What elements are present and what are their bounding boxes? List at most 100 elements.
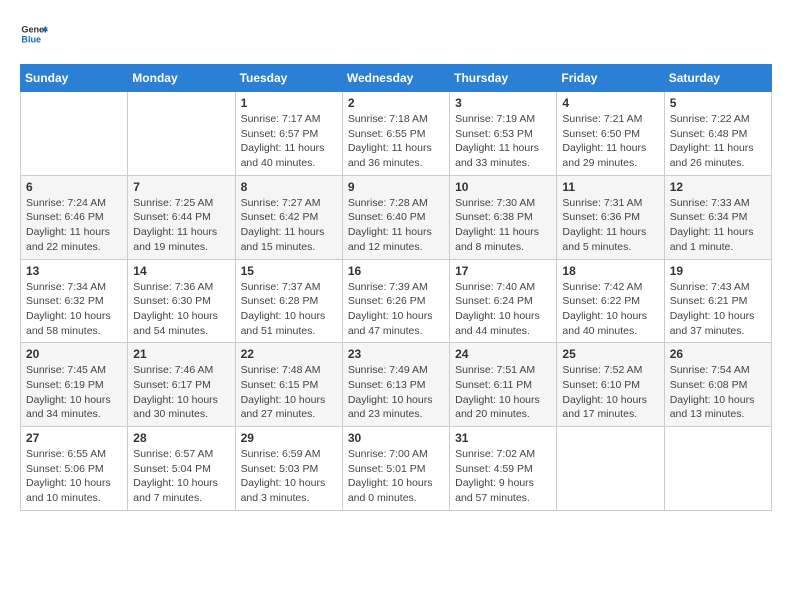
calendar-cell: 10 Sunrise: 7:30 AM Sunset: 6:38 PM Dayli… [450, 175, 557, 259]
day-detail: Sunrise: 7:22 AM Sunset: 6:48 PM Dayligh… [670, 112, 766, 171]
logo-icon: General Blue [20, 20, 48, 48]
calendar-cell: 17 Sunrise: 7:40 AM Sunset: 6:24 PM Dayli… [450, 259, 557, 343]
calendar-cell: 7Sunrise: 7:25 AM Sunset: 6:44 PM Daylig… [128, 175, 235, 259]
day-detail: Sunrise: 6:59 AM Sunset: 5:03 PM Dayligh… [241, 447, 337, 506]
day-number: 15 [241, 264, 337, 278]
day-detail: Sunrise: 7:45 AM Sunset: 6:19 PM Dayligh… [26, 363, 122, 422]
day-number: 20 [26, 347, 122, 361]
calendar-week-row: 1 Sunrise: 7:17 AM Sunset: 6:57 PM Daylig… [21, 92, 772, 176]
day-detail: Sunrise: 7:51 AM Sunset: 6:11 PM Dayligh… [455, 363, 551, 422]
calendar-header-row: SundayMondayTuesdayWednesdayThursdayFrid… [21, 65, 772, 92]
day-detail: Sunrise: 7:48 AM Sunset: 6:15 PM Dayligh… [241, 363, 337, 422]
day-number: 27 [26, 431, 122, 445]
day-number: 11 [562, 180, 658, 194]
day-number: 21 [133, 347, 229, 361]
calendar-cell: 12 Sunrise: 7:33 AM Sunset: 6:34 PM Dayli… [664, 175, 771, 259]
day-number: 7 [133, 180, 229, 194]
day-number: 3 [455, 96, 551, 110]
day-detail: Sunrise: 7:54 AM Sunset: 6:08 PM Dayligh… [670, 363, 766, 422]
day-number: 18 [562, 264, 658, 278]
day-detail: Sunrise: 7:27 AM Sunset: 6:42 PM Dayligh… [241, 196, 337, 255]
day-number: 6 [26, 180, 122, 194]
day-number: 28 [133, 431, 229, 445]
logo: General Blue [20, 20, 48, 48]
calendar-cell [21, 92, 128, 176]
calendar-cell: 3 Sunrise: 7:19 AM Sunset: 6:53 PM Daylig… [450, 92, 557, 176]
day-detail: Sunrise: 7:31 AM Sunset: 6:36 PM Dayligh… [562, 196, 658, 255]
day-detail: Sunrise: 7:34 AM Sunset: 6:32 PM Dayligh… [26, 280, 122, 339]
calendar-cell: 4 Sunrise: 7:21 AM Sunset: 6:50 PM Daylig… [557, 92, 664, 176]
day-number: 19 [670, 264, 766, 278]
day-detail: Sunrise: 7:30 AM Sunset: 6:38 PM Dayligh… [455, 196, 551, 255]
day-detail: Sunrise: 7:49 AM Sunset: 6:13 PM Dayligh… [348, 363, 444, 422]
day-number: 13 [26, 264, 122, 278]
calendar-cell [128, 92, 235, 176]
calendar-cell [557, 427, 664, 511]
calendar-cell [664, 427, 771, 511]
calendar-cell: 2Sunrise: 7:18 AM Sunset: 6:55 PM Daylig… [342, 92, 449, 176]
day-number: 1 [241, 96, 337, 110]
day-number: 5 [670, 96, 766, 110]
day-number: 23 [348, 347, 444, 361]
calendar-cell: 18 Sunrise: 7:42 AM Sunset: 6:22 PM Dayli… [557, 259, 664, 343]
calendar-cell: 26 Sunrise: 7:54 AM Sunset: 6:08 PM Dayli… [664, 343, 771, 427]
calendar-cell: 22 Sunrise: 7:48 AM Sunset: 6:15 PM Dayli… [235, 343, 342, 427]
day-detail: Sunrise: 7:40 AM Sunset: 6:24 PM Dayligh… [455, 280, 551, 339]
calendar-cell: 25 Sunrise: 7:52 AM Sunset: 6:10 PM Dayli… [557, 343, 664, 427]
calendar-week-row: 6 Sunrise: 7:24 AM Sunset: 6:46 PM Daylig… [21, 175, 772, 259]
day-number: 12 [670, 180, 766, 194]
day-detail: Sunrise: 7:33 AM Sunset: 6:34 PM Dayligh… [670, 196, 766, 255]
calendar-week-row: 27 Sunrise: 6:55 AM Sunset: 5:06 PM Dayli… [21, 427, 772, 511]
day-detail: Sunrise: 7:36 AM Sunset: 6:30 PM Dayligh… [133, 280, 229, 339]
day-number: 16 [348, 264, 444, 278]
day-number: 2 [348, 96, 444, 110]
day-number: 9 [348, 180, 444, 194]
day-number: 10 [455, 180, 551, 194]
calendar-cell: 31 Sunrise: 7:02 AM Sunset: 4:59 PM Dayli… [450, 427, 557, 511]
day-number: 22 [241, 347, 337, 361]
day-detail: Sunrise: 7:39 AM Sunset: 6:26 PM Dayligh… [348, 280, 444, 339]
day-number: 4 [562, 96, 658, 110]
page-header: General Blue [20, 20, 772, 48]
day-header-thursday: Thursday [450, 65, 557, 92]
calendar-cell: 13 Sunrise: 7:34 AM Sunset: 6:32 PM Dayli… [21, 259, 128, 343]
calendar-cell: 30 Sunrise: 7:00 AM Sunset: 5:01 PM Dayli… [342, 427, 449, 511]
day-detail: Sunrise: 7:52 AM Sunset: 6:10 PM Dayligh… [562, 363, 658, 422]
calendar-cell: 29 Sunrise: 6:59 AM Sunset: 5:03 PM Dayli… [235, 427, 342, 511]
day-number: 17 [455, 264, 551, 278]
calendar-cell: 16 Sunrise: 7:39 AM Sunset: 6:26 PM Dayli… [342, 259, 449, 343]
calendar-cell: 15 Sunrise: 7:37 AM Sunset: 6:28 PM Dayli… [235, 259, 342, 343]
calendar-cell: 1 Sunrise: 7:17 AM Sunset: 6:57 PM Daylig… [235, 92, 342, 176]
day-header-monday: Monday [128, 65, 235, 92]
day-number: 25 [562, 347, 658, 361]
day-detail: Sunrise: 7:02 AM Sunset: 4:59 PM Dayligh… [455, 447, 551, 506]
day-header-sunday: Sunday [21, 65, 128, 92]
calendar-cell: 28 Sunrise: 6:57 AM Sunset: 5:04 PM Dayli… [128, 427, 235, 511]
calendar-cell: 11 Sunrise: 7:31 AM Sunset: 6:36 PM Dayli… [557, 175, 664, 259]
day-detail: Sunrise: 7:42 AM Sunset: 6:22 PM Dayligh… [562, 280, 658, 339]
day-number: 30 [348, 431, 444, 445]
day-number: 26 [670, 347, 766, 361]
svg-text:Blue: Blue [21, 34, 41, 44]
calendar-week-row: 20 Sunrise: 7:45 AM Sunset: 6:19 PM Dayli… [21, 343, 772, 427]
calendar-table: SundayMondayTuesdayWednesdayThursdayFrid… [20, 64, 772, 511]
calendar-cell: 20 Sunrise: 7:45 AM Sunset: 6:19 PM Dayli… [21, 343, 128, 427]
day-detail: Sunrise: 7:21 AM Sunset: 6:50 PM Dayligh… [562, 112, 658, 171]
day-detail: Sunrise: 7:37 AM Sunset: 6:28 PM Dayligh… [241, 280, 337, 339]
day-number: 8 [241, 180, 337, 194]
day-detail: Sunrise: 7:19 AM Sunset: 6:53 PM Dayligh… [455, 112, 551, 171]
day-detail: Sunrise: 6:55 AM Sunset: 5:06 PM Dayligh… [26, 447, 122, 506]
day-detail: Sunrise: 6:57 AM Sunset: 5:04 PM Dayligh… [133, 447, 229, 506]
day-detail: Sunrise: 7:28 AM Sunset: 6:40 PM Dayligh… [348, 196, 444, 255]
calendar-cell: 6 Sunrise: 7:24 AM Sunset: 6:46 PM Daylig… [21, 175, 128, 259]
day-detail: Sunrise: 7:24 AM Sunset: 6:46 PM Dayligh… [26, 196, 122, 255]
calendar-cell: 8 Sunrise: 7:27 AM Sunset: 6:42 PM Daylig… [235, 175, 342, 259]
day-header-wednesday: Wednesday [342, 65, 449, 92]
day-detail: Sunrise: 7:17 AM Sunset: 6:57 PM Dayligh… [241, 112, 337, 171]
day-detail: Sunrise: 7:46 AM Sunset: 6:17 PM Dayligh… [133, 363, 229, 422]
day-number: 31 [455, 431, 551, 445]
day-number: 29 [241, 431, 337, 445]
calendar-cell: 21 Sunrise: 7:46 AM Sunset: 6:17 PM Dayli… [128, 343, 235, 427]
calendar-cell: 23 Sunrise: 7:49 AM Sunset: 6:13 PM Dayli… [342, 343, 449, 427]
day-detail: Sunrise: 7:00 AM Sunset: 5:01 PM Dayligh… [348, 447, 444, 506]
